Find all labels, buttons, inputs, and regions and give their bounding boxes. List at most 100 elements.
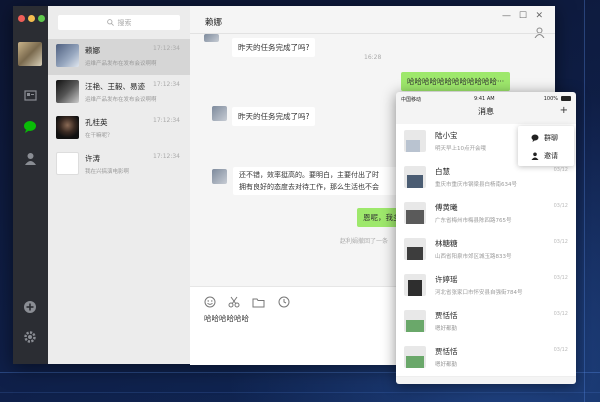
message-preview: 河北省张家口市怀安县自强街784号: [435, 290, 523, 296]
plus-icon[interactable]: +: [560, 105, 568, 116]
avatar: [56, 116, 79, 139]
emoji-icon[interactable]: [204, 293, 216, 308]
conversation-item[interactable]: 汪艳、王毅、易迹 17:12:34 运维产品发布在发布会议啊啊: [48, 75, 190, 111]
message-bubble: 还不错，效率挺高的。要明白，主要付出了时 拥有良好的态度去对待工作，那么生活也不…: [233, 167, 417, 195]
chat-bubble-icon[interactable]: [21, 117, 39, 135]
system-notice: 赵利娟撤回了一条: [340, 238, 389, 245]
group-chat-label: 群聊: [544, 134, 558, 142]
search-icon: [106, 19, 114, 26]
avatar: [404, 238, 426, 260]
message-preview: 明天早上10点开会哦: [435, 146, 486, 152]
avatar: [56, 80, 79, 103]
message-time: 03/12: [553, 203, 568, 209]
conversation-item[interactable]: 孔桂英 17:12:34 在干嘛呢？: [48, 111, 190, 147]
message-input-text[interactable]: 哈哈哈哈哈哈: [204, 313, 249, 324]
person-icon[interactable]: [21, 149, 39, 167]
contact-name: 白慧: [435, 167, 450, 176]
contacts-card-icon[interactable]: [21, 86, 39, 104]
user-avatar[interactable]: [18, 42, 42, 66]
messages-title: 消息: [478, 107, 494, 116]
maximize-icon[interactable]: ☐: [519, 11, 527, 21]
battery-icon: [561, 96, 571, 101]
invite-menu-item[interactable]: 邀请: [518, 147, 574, 165]
close-window-dot[interactable]: [18, 15, 25, 22]
conversation-preview: 运维产品发布在发布会议啊啊: [85, 61, 157, 67]
scissors-icon[interactable]: [228, 293, 240, 308]
message-bubble: 昨天的任务完成了吗?: [232, 107, 316, 126]
add-circle-icon[interactable]: [21, 298, 39, 316]
message-line: 拥有良好的态度去对待工作，那么生活也不会: [239, 183, 379, 191]
icon-sidebar: [13, 6, 48, 364]
avatar: [404, 166, 426, 188]
maximize-window-dot[interactable]: [38, 15, 45, 22]
conversation-name: 汪艳、王毅、易迹: [85, 82, 145, 91]
avatar: [404, 346, 426, 368]
conversation-preview: 在干嘛呢？: [85, 133, 113, 139]
conversation-name: 赖娜: [85, 46, 100, 55]
conversation-item[interactable]: 赖娜 17:12:34 运维产品发布在发布会议啊啊: [48, 39, 190, 75]
close-icon[interactable]: ✕: [535, 11, 543, 21]
contact-name: 林糖糖: [435, 239, 458, 248]
message-item[interactable]: 贾恬恬 嗯好都勤 03/12: [396, 340, 576, 377]
contact-name: 贾恬恬: [435, 311, 458, 320]
search-box[interactable]: 搜索: [58, 15, 180, 30]
clock-icon[interactable]: [278, 293, 290, 308]
message-line: 还不错，效率挺高的。要明白，主要付出了时: [239, 171, 379, 179]
message-timestamp: 16:28: [364, 54, 382, 61]
avatar: [404, 202, 426, 224]
avatar: [204, 34, 219, 42]
avatar: [56, 152, 79, 175]
contact-name: 陆小宝: [435, 131, 458, 140]
clock-label: 9:41 AM: [474, 96, 495, 102]
message-bubble-self: 哈哈哈哈哈哈哈哈哈哈哈哈···: [401, 72, 511, 91]
person-icon: [531, 152, 539, 160]
message-item[interactable]: 林糖糖 山西省阳泉市郊区城玉路833号 03/12: [396, 232, 576, 269]
message-item[interactable]: 傅黄曦 广东省梅州市梅县陈四路765号 03/12: [396, 196, 576, 233]
header-divider: [190, 33, 555, 34]
avatar: [404, 274, 426, 296]
message-time: 03/12: [553, 167, 568, 173]
avatar: [56, 44, 79, 67]
conversation-time: 17:12:34: [153, 153, 180, 160]
group-chat-menu-item[interactable]: 群聊: [518, 129, 574, 147]
folder-icon[interactable]: [252, 293, 265, 308]
message-time: 03/12: [553, 347, 568, 353]
message-item[interactable]: 贾恬恬 嗯好都勤 03/12: [396, 304, 576, 341]
status-bar: 中国移动 9:41 AM 100%: [396, 92, 576, 106]
message-preview: 广东省梅州市梅县陈四路765号: [435, 218, 512, 224]
invite-label: 邀请: [544, 152, 558, 160]
conversation-name: 孔桂英: [85, 118, 108, 127]
contact-name: 傅黄曦: [435, 203, 458, 212]
avatar: [404, 310, 426, 332]
message-time: 03/12: [553, 275, 568, 281]
battery-label: 100%: [543, 96, 558, 102]
conversation-item[interactable]: 许涛 17:12:34 我在兴搞演电影啊: [48, 147, 190, 183]
avatar: [212, 106, 227, 121]
message-item[interactable]: 许婷瑶 河北省张家口市怀安县自强街784号 03/12: [396, 268, 576, 305]
message-bubble: 昨天的任务完成了吗?: [232, 38, 316, 57]
window-controls: [18, 15, 45, 22]
conversation-time: 17:12:34: [153, 81, 180, 88]
minimize-window-dot[interactable]: [28, 15, 35, 22]
settings-gear-icon[interactable]: [21, 328, 39, 346]
backdrop-line: [0, 392, 600, 393]
plus-popup-menu: 群聊 邀请: [518, 126, 574, 166]
chat-title: 赖娜: [205, 18, 223, 28]
message-time: 03/12: [553, 239, 568, 245]
search-placeholder: 搜索: [117, 18, 132, 27]
conversation-time: 17:12:34: [153, 117, 180, 124]
conversation-preview: 运维产品发布在发布会议啊啊: [85, 97, 157, 103]
message-preview: 重庆市重庆市钢梁县白杨南634号: [435, 182, 517, 188]
minimize-icon[interactable]: —: [502, 11, 511, 21]
message-time: 03/12: [553, 311, 568, 317]
conversation-name: 许涛: [85, 154, 100, 163]
avatar: [212, 169, 227, 184]
contact-name: 许婷瑶: [435, 275, 458, 284]
conversation-preview: 我在兴搞演电影啊: [85, 169, 130, 175]
conversation-list: 搜索 赖娜 17:12:34 运维产品发布在发布会议啊啊 汪艳、王毅、易迹 17…: [48, 6, 191, 364]
contact-name: 贾恬恬: [435, 347, 458, 356]
message-preview: 山西省阳泉市郊区城玉路833号: [435, 254, 512, 260]
carrier-label: 中国移动: [401, 97, 422, 103]
avatar: [404, 130, 426, 152]
message-preview: 嗯好都勤: [435, 326, 458, 332]
